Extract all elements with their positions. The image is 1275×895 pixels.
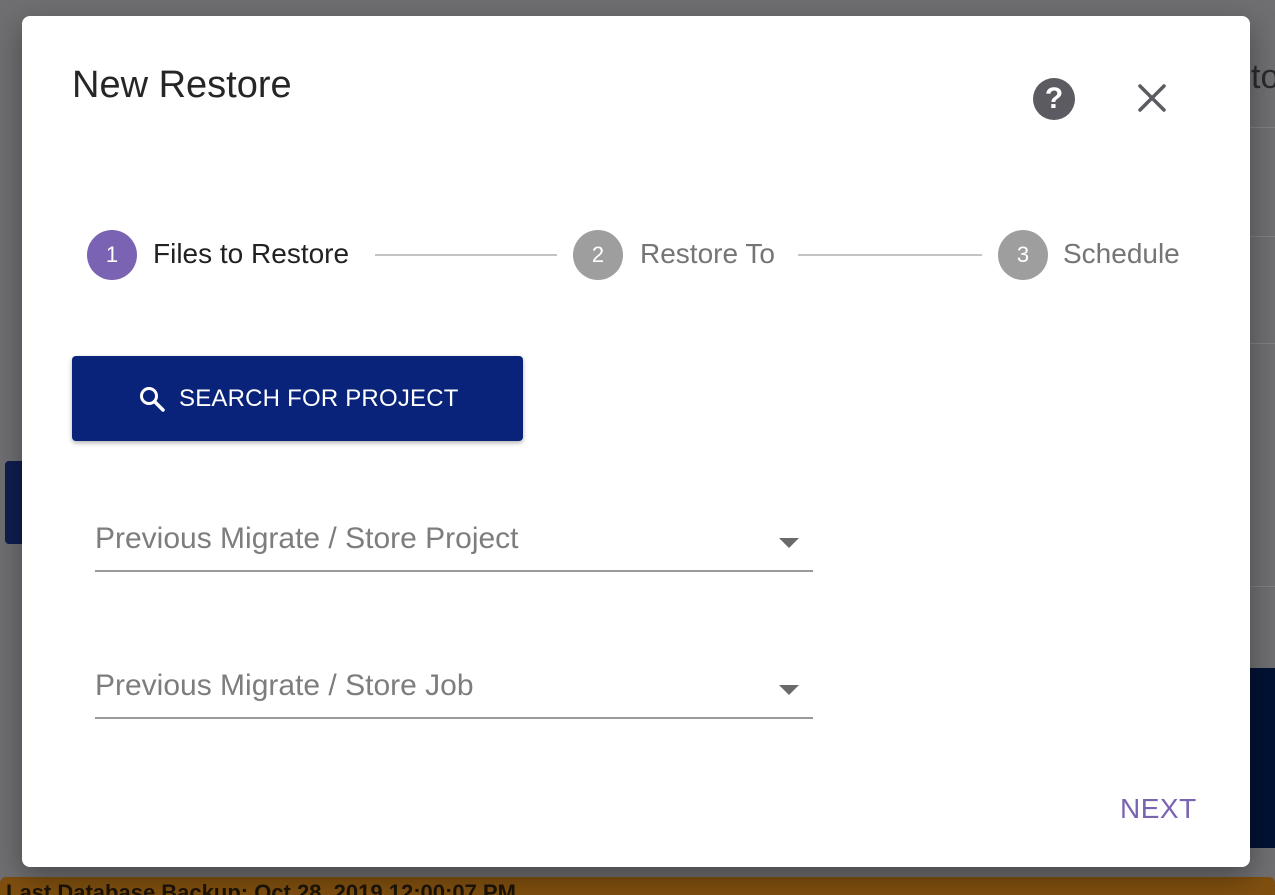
search-button-label: SEARCH FOR PROJECT <box>179 385 459 412</box>
step-3-label: Schedule <box>1063 238 1180 269</box>
help-icon[interactable]: ? <box>1033 78 1075 120</box>
close-icon[interactable] <box>1132 78 1172 118</box>
backup-banner-text: Last Database Backup: Oct 28, 2019 12:00… <box>6 880 516 895</box>
step-1-label: Files to Restore <box>153 238 350 269</box>
previous-job-select[interactable]: Previous Migrate / Store Job <box>95 663 813 719</box>
background-divider <box>1250 343 1275 344</box>
step-connector <box>798 254 982 256</box>
step-3-number: 3 <box>998 230 1048 280</box>
caret-down-icon <box>779 685 799 695</box>
previous-project-select[interactable]: Previous Migrate / Store Project <box>95 516 813 572</box>
new-restore-dialog: New Restore ? 1 Files to Restore 2 Resto… <box>22 16 1250 867</box>
search-icon <box>140 387 165 412</box>
step-1-number: 1 <box>87 230 137 280</box>
step-2-label: Restore To <box>640 238 775 269</box>
previous-job-placeholder: Previous Migrate / Store Job <box>95 669 474 702</box>
background-panel <box>1250 668 1275 848</box>
previous-project-placeholder: Previous Migrate / Store Project <box>95 522 519 555</box>
step-connector <box>375 254 557 256</box>
search-for-project-button[interactable]: SEARCH FOR PROJECT <box>72 356 523 441</box>
caret-down-icon <box>779 538 799 548</box>
background-backup-banner: Last Database Backup: Oct 28, 2019 12:00… <box>0 877 1275 895</box>
background-divider <box>1250 586 1275 587</box>
step-2-number: 2 <box>573 230 623 280</box>
dialog-title: New Restore <box>72 64 292 106</box>
background-edge-text: to <box>1251 58 1275 96</box>
background-divider <box>1250 127 1275 128</box>
next-button[interactable]: NEXT <box>1120 793 1197 825</box>
background-button <box>5 461 22 544</box>
background-divider <box>1250 236 1275 237</box>
